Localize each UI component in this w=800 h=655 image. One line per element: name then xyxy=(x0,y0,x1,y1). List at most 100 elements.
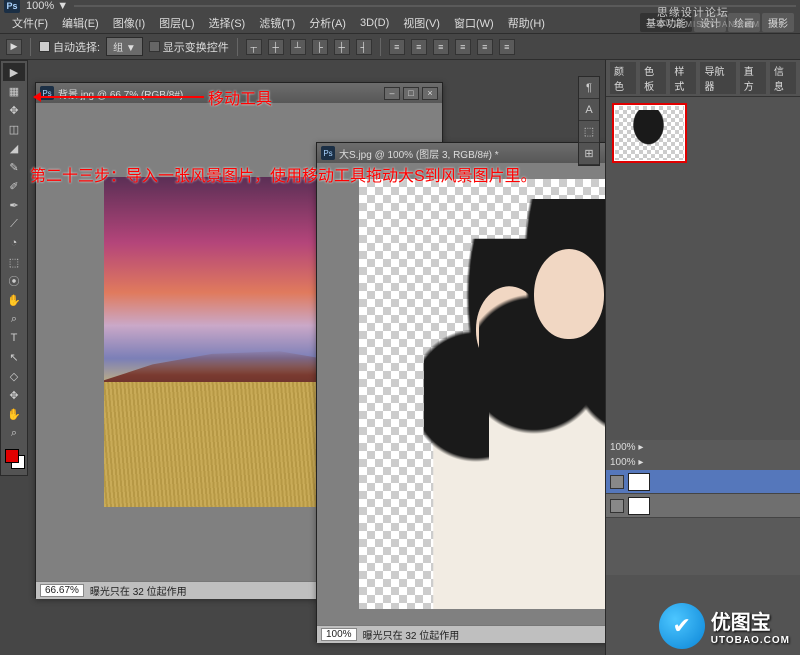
options-bar: ▶ 自动选择: 组 ▼ 显示变换控件 ┬ ┼ ┴ ├ ┼ ┤ ≡ ≡ ≡ ≡ ≡… xyxy=(0,34,800,60)
menu-image[interactable]: 图像(I) xyxy=(107,13,151,33)
layer-thumbnail[interactable] xyxy=(628,497,650,515)
bird-logo-icon: ✔ xyxy=(659,603,705,649)
character-panel-icon[interactable]: A xyxy=(579,99,599,121)
doc1-zoom-field[interactable]: 66.67% xyxy=(40,584,84,597)
menu-layer[interactable]: 图层(L) xyxy=(153,13,200,33)
watermark-top-sub: WWW.MISSYUAN.COM xyxy=(657,20,760,29)
auto-select-label: 自动选择: xyxy=(53,39,100,55)
menu-select[interactable]: 选择(S) xyxy=(203,13,252,33)
shape-tool[interactable]: ◇ xyxy=(3,367,25,385)
menu-filter[interactable]: 滤镜(T) xyxy=(253,13,301,33)
opacity-value-2[interactable]: 100% ▸ xyxy=(610,457,643,468)
3d-tool[interactable]: ✥ xyxy=(3,386,25,404)
opacity-value-1[interactable]: 100% ▸ xyxy=(610,442,643,453)
visibility-toggle-icon[interactable] xyxy=(610,475,624,489)
menu-view[interactable]: 视图(V) xyxy=(397,13,446,33)
eraser-tool[interactable]: ◔ xyxy=(3,234,25,252)
quick-select-tool[interactable]: ◫ xyxy=(3,120,25,138)
distribute-hcenter-icon[interactable]: ≡ xyxy=(477,39,493,55)
annotation-arrow-icon xyxy=(34,96,204,98)
ps-logo-icon: Ps xyxy=(4,0,20,13)
fgcolor-swatch[interactable] xyxy=(5,449,19,463)
paragraph-panel-icon[interactable]: ¶ xyxy=(579,77,599,99)
eyedropper-tool[interactable]: ✎ xyxy=(3,158,25,176)
dodge-tool[interactable]: ✋ xyxy=(3,291,25,309)
show-transform-label: 显示变换控件 xyxy=(163,39,229,55)
layer-thumbnail[interactable] xyxy=(628,473,650,491)
type-tool[interactable]: T xyxy=(3,329,25,347)
menu-edit[interactable]: 编辑(E) xyxy=(56,13,105,33)
align-middle-icon[interactable]: ┼ xyxy=(268,39,284,55)
distribute-right-icon[interactable]: ≡ xyxy=(499,39,515,55)
panels-dock: 颜色 色板 样式 导航器 直方 信息 100% ▸ 100% ▸ xyxy=(605,60,800,655)
panel-tab-swatches[interactable]: 色板 xyxy=(640,62,666,94)
zoom-tool[interactable]: ⌕ xyxy=(3,424,25,442)
doc2-zoom-field[interactable]: 100% xyxy=(321,628,357,641)
distribute-top-icon[interactable]: ≡ xyxy=(389,39,405,55)
close-button[interactable]: × xyxy=(422,87,438,100)
menu-file[interactable]: 文件(F) xyxy=(6,13,54,33)
doc-logo-icon: Ps xyxy=(321,146,335,160)
show-transform-checkbox[interactable] xyxy=(149,41,160,52)
panel-tab-color[interactable]: 颜色 xyxy=(610,62,636,94)
distribute-bottom-icon[interactable]: ≡ xyxy=(433,39,449,55)
hand-tool[interactable]: ✋ xyxy=(3,405,25,423)
panel-tab-navigator[interactable]: 导航器 xyxy=(700,62,735,94)
watermark-top: 思缘设计论坛 WWW.MISSYUAN.COM xyxy=(657,4,760,29)
watermark-top-main: 思缘设计论坛 xyxy=(657,7,729,19)
menu-analyze[interactable]: 分析(A) xyxy=(303,13,352,33)
align-bottom-icon[interactable]: ┴ xyxy=(290,39,306,55)
align-center-icon[interactable]: ┼ xyxy=(334,39,350,55)
workspace-tab-photography[interactable]: 摄影 xyxy=(762,13,794,32)
history-brush-tool[interactable]: ⟋ xyxy=(3,215,25,233)
tool-preset-icon[interactable]: ▶ xyxy=(6,39,22,55)
layers-panel: 100% ▸ 100% ▸ xyxy=(606,440,800,575)
path-select-tool[interactable]: ↖ xyxy=(3,348,25,366)
watermark-bottom: ✔ 优图宝 UTOBAO.COM xyxy=(659,603,790,649)
watermark-bot-main: 优图宝 xyxy=(711,612,771,634)
auto-select-target-dropdown[interactable]: 组 ▼ xyxy=(106,37,143,56)
maximize-button[interactable]: □ xyxy=(403,87,419,100)
toolbox: ▶ ▦ ✥ ◫ ◢ ✎ ✐ ✒ ⟋ ◔ ⬚ ⦿ ✋ ⌕ T ↖ ◇ ✥ ✋ ⌕ xyxy=(0,60,28,476)
panel-icon-3[interactable]: ⬚ xyxy=(579,121,599,143)
align-right-icon[interactable]: ┤ xyxy=(356,39,372,55)
auto-select-checkbox[interactable] xyxy=(39,41,50,52)
navigator-thumbnail[interactable] xyxy=(612,103,687,163)
distribute-left-icon[interactable]: ≡ xyxy=(455,39,471,55)
separator xyxy=(30,38,31,56)
marquee-tool[interactable]: ▦ xyxy=(3,82,25,100)
panel-tab-histogram[interactable]: 直方 xyxy=(740,62,766,94)
stamp-tool[interactable]: ✒ xyxy=(3,196,25,214)
doc2-status-text: 曝光只在 32 位起作用 xyxy=(363,627,460,642)
menu-window[interactable]: 窗口(W) xyxy=(448,13,500,33)
doc2-title: 大S.jpg @ 100% (图层 3, RGB/8#) * xyxy=(339,146,499,161)
blur-tool[interactable]: ⦿ xyxy=(3,272,25,290)
collapsed-panel-strip[interactable]: ¶ A ⬚ ⊞ xyxy=(578,76,600,166)
move-tool[interactable]: ▶ xyxy=(3,63,25,81)
layer-row[interactable] xyxy=(606,494,800,518)
annotation-1-text: 移动工具 xyxy=(208,85,272,109)
doc1-status-text: 曝光只在 32 位起作用 xyxy=(90,583,187,598)
visibility-toggle-icon[interactable] xyxy=(610,499,624,513)
app-zoom-dropdown[interactable]: 100% ▼ xyxy=(26,0,68,12)
menu-3d[interactable]: 3D(D) xyxy=(354,15,395,31)
menu-help[interactable]: 帮助(H) xyxy=(502,13,551,33)
separator xyxy=(380,38,381,56)
panel-tab-info[interactable]: 信息 xyxy=(770,62,796,94)
annotation-step-23: 第二十三步：导入一张风景图片，使用移动工具拖动大S到风景图片里。 xyxy=(30,162,730,186)
lasso-tool[interactable]: ✥ xyxy=(3,101,25,119)
gradient-tool[interactable]: ⬚ xyxy=(3,253,25,271)
pen-tool[interactable]: ⌕ xyxy=(3,310,25,328)
color-swatches[interactable] xyxy=(3,447,25,473)
annotation-2-text: 第二十三步：导入一张风景图片，使用移动工具拖动大S到风景图片里。 xyxy=(30,168,537,185)
watermark-bot-sub: UTOBAO.COM xyxy=(711,635,790,646)
minimize-button[interactable]: – xyxy=(384,87,400,100)
align-left-icon[interactable]: ├ xyxy=(312,39,328,55)
brush-tool[interactable]: ✐ xyxy=(3,177,25,195)
separator xyxy=(237,38,238,56)
align-top-icon[interactable]: ┬ xyxy=(246,39,262,55)
distribute-vcenter-icon[interactable]: ≡ xyxy=(411,39,427,55)
crop-tool[interactable]: ◢ xyxy=(3,139,25,157)
layer-row-selected[interactable] xyxy=(606,470,800,494)
panel-tab-styles[interactable]: 样式 xyxy=(670,62,696,94)
